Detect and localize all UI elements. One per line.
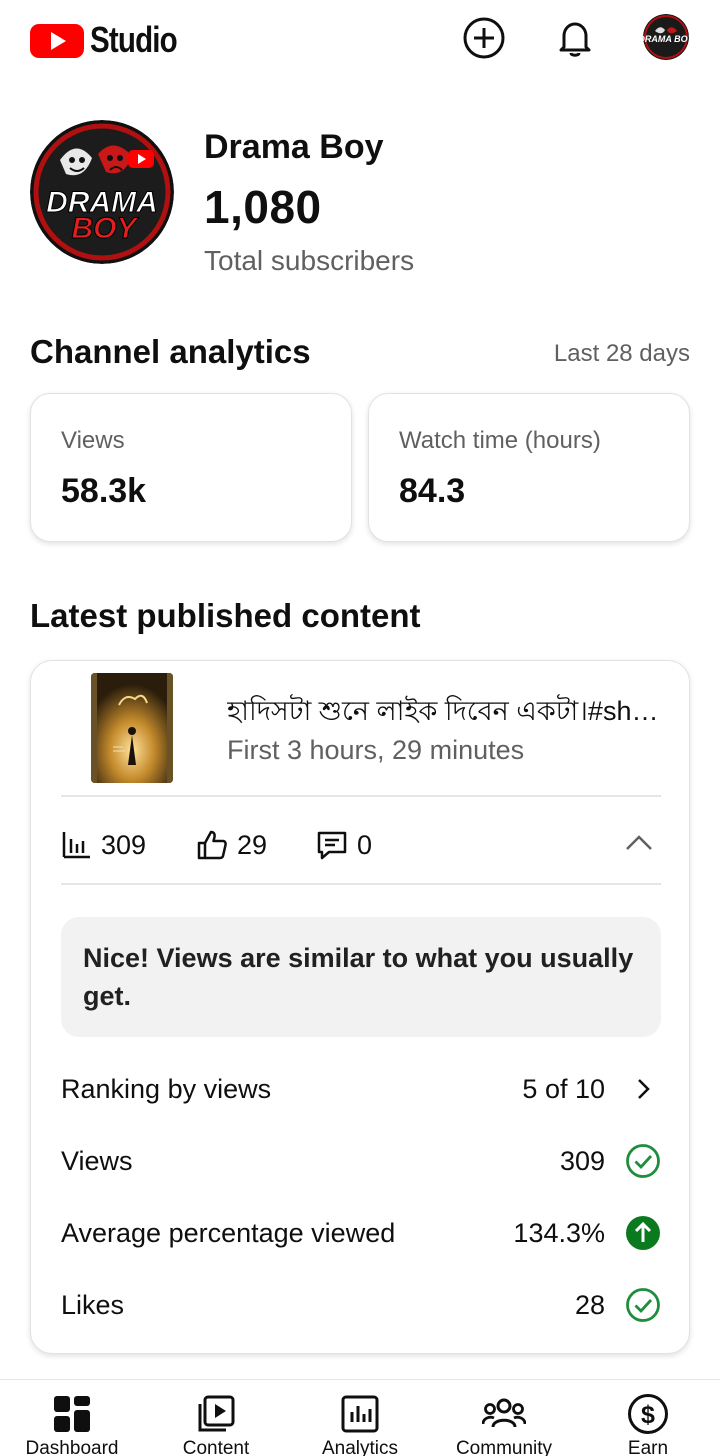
collapse-button[interactable]	[621, 825, 657, 861]
create-button[interactable]	[462, 16, 506, 60]
insight-text: Nice! Views are similar to what you usua…	[83, 943, 634, 1011]
ranking-label: Ranking by views	[61, 1074, 272, 1104]
views-row-value: 309	[559, 1146, 605, 1176]
avg-percentage-value: 134.3%	[513, 1218, 605, 1248]
content-icon	[194, 1392, 238, 1436]
community-icon	[482, 1392, 526, 1436]
nav-dashboard-label: Dashboard	[25, 1438, 119, 1456]
views-card-value: 58.3k	[61, 472, 147, 510]
account-avatar[interactable]: DRAMA BOY	[643, 14, 689, 60]
channel-logo-icon: DRAMA BOY	[643, 14, 689, 60]
ranking-value: 5 of 10	[522, 1074, 605, 1104]
nav-content[interactable]: Content	[144, 1380, 288, 1456]
channel-logo-icon: DRAMA BOY	[30, 120, 174, 264]
comment-icon	[317, 831, 347, 860]
video-thumbnail[interactable]	[91, 673, 173, 783]
ranking-row[interactable]: Ranking by views 5 of 10	[61, 1064, 661, 1114]
likes-row-label: Likes	[61, 1290, 125, 1320]
nav-earn-label: Earn	[627, 1438, 669, 1456]
subscriber-count: 1,080	[204, 181, 322, 233]
likes-metric: 29	[195, 827, 267, 863]
subscriber-label: Total subscribers	[204, 245, 415, 276]
video-thumbnail-image	[91, 673, 173, 783]
nav-community-label: Community	[455, 1438, 553, 1456]
thumbs-up-icon	[197, 830, 227, 860]
youtube-logo-icon	[30, 24, 84, 58]
chevron-right-icon	[625, 1071, 661, 1107]
dashboard-icon	[50, 1392, 94, 1436]
channel-avatar[interactable]: DRAMA BOY	[30, 120, 174, 264]
nav-community[interactable]: Community	[432, 1380, 576, 1456]
analytics-icon	[338, 1392, 382, 1436]
avg-percentage-row: Average percentage viewed 134.3%	[61, 1208, 661, 1258]
studio-dashboard: Studio DRAMA BOY	[0, 0, 720, 1456]
add-circle-icon	[463, 17, 505, 59]
views-metric: 309	[61, 827, 146, 863]
bottom-navigation: Dashboard Content Analytics Community $ …	[0, 1379, 720, 1456]
notifications-button[interactable]	[553, 16, 597, 60]
watch-time-card-label: Watch time (hours)	[399, 427, 601, 454]
check-circle-icon	[625, 1143, 661, 1179]
likes-row-value: 28	[574, 1290, 605, 1320]
check-circle-icon	[625, 1287, 661, 1323]
latest-content-card: হাদিসটা শুনে লাইক দিবেন একটা।#shorts Fir…	[30, 660, 690, 1354]
video-period: First 3 hours, 29 minutes	[227, 735, 525, 765]
earn-icon: $	[626, 1392, 670, 1436]
views-card[interactable]: Views 58.3k	[30, 393, 352, 542]
views-card-label: Views	[61, 427, 125, 454]
arrow-up-circle-icon	[625, 1215, 661, 1251]
likes-row: Likes 28	[61, 1280, 661, 1330]
chevron-up-icon	[626, 835, 652, 850]
divider	[61, 883, 661, 885]
bell-icon	[559, 22, 591, 57]
watch-time-card-value: 84.3	[399, 472, 466, 510]
avatar-label: DRAMA BOY	[643, 34, 689, 44]
nav-analytics-label: Analytics	[321, 1438, 399, 1456]
nav-dashboard[interactable]: Dashboard	[0, 1380, 144, 1456]
channel-analytics-title: Channel analytics	[30, 333, 311, 370]
top-bar: Studio DRAMA BOY	[0, 0, 720, 80]
views-metric-value: 309	[101, 829, 147, 860]
nav-content-label: Content	[182, 1438, 250, 1456]
video-title[interactable]: হাদিসটা শুনে লাইক দিবেন একটা।#shorts	[227, 691, 659, 736]
date-range-label: Last 28 days	[553, 340, 690, 367]
likes-metric-value: 29	[237, 829, 268, 860]
latest-content-title: Latest published content	[30, 597, 421, 634]
bar-chart-icon	[62, 832, 90, 859]
views-row-label: Views	[61, 1146, 133, 1176]
divider	[61, 795, 661, 797]
avg-percentage-label: Average percentage viewed	[61, 1218, 396, 1248]
views-row: Views 309	[61, 1136, 661, 1186]
avatar-line2: BOY	[71, 212, 139, 245]
svg-text:$: $	[641, 1401, 655, 1429]
insight-banner: Nice! Views are similar to what you usua…	[61, 917, 661, 1037]
comments-metric-value: 0	[357, 829, 373, 860]
logo-text: Studio	[90, 19, 178, 60]
channel-name: Drama Boy	[204, 128, 384, 166]
nav-earn[interactable]: $ Earn	[576, 1380, 720, 1456]
youtube-studio-logo[interactable]: Studio	[30, 19, 196, 60]
watch-time-card[interactable]: Watch time (hours) 84.3	[368, 393, 690, 542]
nav-analytics[interactable]: Analytics	[288, 1380, 432, 1456]
comments-metric: 0	[315, 827, 372, 863]
